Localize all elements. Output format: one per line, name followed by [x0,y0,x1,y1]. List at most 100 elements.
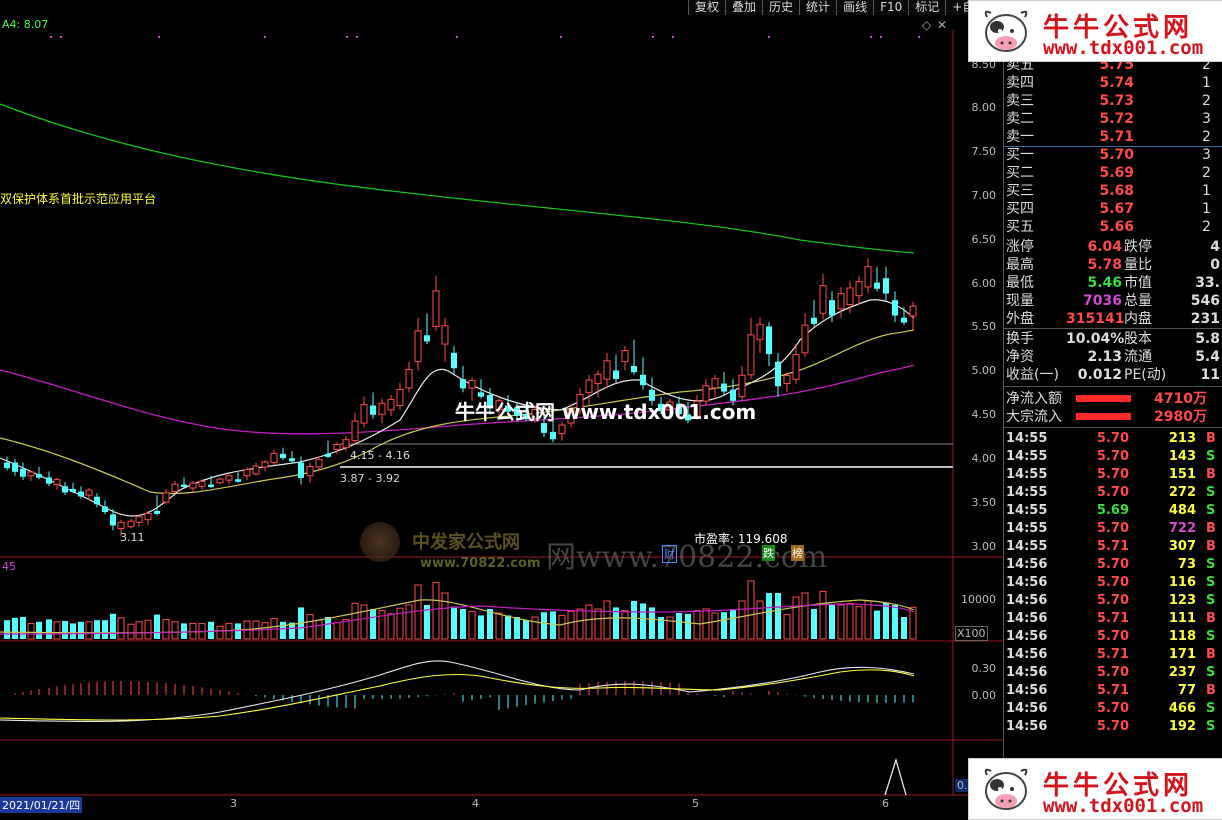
stat-row: 收益(一) 0.012 PE(动) 11 [1006,366,1221,384]
bid-row[interactable]: 买二 5.69 2 [1006,164,1221,182]
candle-body [144,513,152,521]
tick-time: 14:56 [1006,611,1048,626]
candle-body [333,444,341,450]
tick-row: 14:56 5.70 192 S [1006,718,1220,736]
tick-row: 14:55 5.70 722 B [1006,520,1220,538]
bid-row[interactable]: 买三 5.68 1 [1006,182,1221,200]
volume-bar [110,613,116,639]
candle-body [198,480,206,487]
volume-bar [775,593,781,639]
ask-volume: 1 [1202,75,1211,91]
stat-label: 最低 [1006,275,1034,291]
bid-row[interactable]: 买一 5.70 3 [1006,146,1221,164]
candle-body [78,491,84,497]
price-axis-700: 7.00 [971,189,997,202]
tick-volume: 722 [1168,521,1196,536]
candle-body [721,383,727,392]
candle-body [53,479,61,486]
candle-body [432,290,440,328]
volume-bar [333,622,341,640]
volume-bar [432,582,440,640]
candle-body [70,488,76,493]
tick-time: 14:55 [1006,485,1048,500]
bid-level-label: 买五 [1006,219,1034,235]
finance-icon[interactable]: 财 [662,545,677,563]
price-axis-650: 6.50 [971,233,997,246]
tick-price: 5.70 [1096,431,1129,446]
ranking-icon[interactable]: 榜 [791,545,804,561]
stat-row: 净资 2.13 流通 5.4 [1006,348,1221,366]
tick-time: 14:56 [1006,575,1048,590]
tick-row: 14:56 5.70 123 S [1006,592,1220,610]
tick-time: 14:56 [1006,593,1048,608]
candle-body [901,317,907,323]
ask-row[interactable]: 卖一 5.71 2 [1006,128,1221,146]
price-axis-350: 3.50 [971,496,997,509]
candle-body [874,282,880,289]
fall-icon[interactable]: 跌 [762,545,775,561]
volume-bar [468,610,476,640]
bid-volume: 1 [1202,183,1211,199]
candle-body [181,484,187,487]
volume-bar [460,609,466,639]
volume-bar [702,608,710,640]
stat-label: 换手 [1006,331,1034,347]
candle-body [819,285,827,314]
volume-bar [216,626,224,640]
candle-body [864,266,872,288]
volume-bar [478,615,484,639]
candle-body [351,420,359,442]
stat-label-2: 流通 [1124,349,1152,365]
bid-price: 5.68 [1099,183,1134,199]
candle-body [171,483,179,493]
faded-watermark-cn: 中发家公式网 [412,532,520,553]
stat-value-2: 4 [1210,239,1220,255]
candle-body [85,489,93,496]
volume-bar [94,620,100,639]
volume-bar [12,617,18,639]
price-axis-550: 5.50 [971,320,997,333]
candle-body [460,379,466,389]
volume-bar [883,602,889,639]
volume-bar [640,603,646,639]
ask-row[interactable]: 卖四 5.74 1 [1006,74,1221,92]
tick-volume: 213 [1168,431,1196,446]
candle-body [280,453,286,459]
bid-row[interactable]: 买五 5.66 2 [1006,218,1221,236]
candle-body [243,469,251,477]
volume-bar [523,620,529,639]
candle-body [801,324,809,354]
tick-time: 14:56 [1006,629,1048,644]
tick-price: 5.70 [1096,449,1129,464]
candle-body [110,514,116,526]
stat-label: 收益(一) [1006,367,1059,383]
candle-body [783,375,791,385]
flow-label: 大宗流入 [1006,409,1062,425]
stat-row: 现量 7036 总量 546 [1006,292,1221,310]
tick-time: 14:56 [1006,683,1048,698]
ask-row[interactable]: 卖三 5.73 2 [1006,92,1221,110]
bid-row[interactable]: 买四 5.67 1 [1006,200,1221,218]
candle-body [370,405,376,415]
candle-body [603,360,611,380]
tick-volume: 237 [1168,665,1196,680]
candle-body [62,486,68,493]
stat-row: 外盘 315141 内盘 231 [1006,310,1221,328]
tick-volume: 77 [1177,683,1196,698]
candle-body [225,475,233,481]
ask-row[interactable]: 卖二 5.72 3 [1006,110,1221,128]
tick-price: 5.70 [1096,467,1129,482]
tick-divider [1004,427,1222,428]
center-watermark: 牛牛公式网 www.tdx001.com [455,400,757,424]
tick-time: 14:55 [1006,431,1048,446]
tick-price: 5.71 [1096,647,1129,662]
volume-bar [829,605,835,639]
ask-level-label: 卖三 [1006,93,1034,109]
tick-side: S [1206,593,1216,608]
candle-body [387,398,395,411]
flow-row: 净流入额 4710万 [1006,390,1221,408]
candle-body [621,350,629,363]
volume-bar [747,580,755,640]
tick-time: 14:55 [1006,539,1048,554]
volume-bar [46,619,52,639]
